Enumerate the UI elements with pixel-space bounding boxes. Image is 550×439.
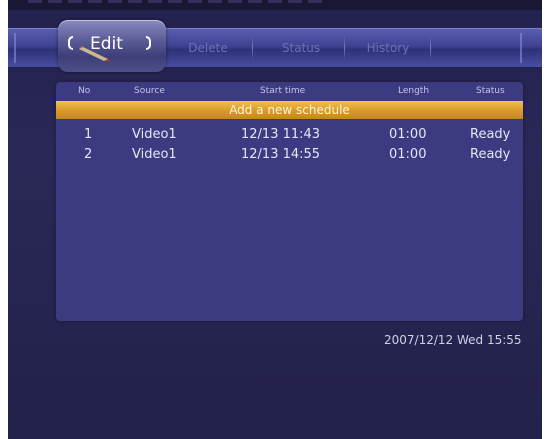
row-no: 2 bbox=[84, 147, 93, 162]
table-row[interactable]: 2 Video1 12/13 14:55 01:00 Ready bbox=[56, 145, 523, 165]
row-status: Ready bbox=[470, 147, 511, 162]
column-header-source: Source bbox=[134, 86, 165, 96]
row-source: Video1 bbox=[132, 127, 177, 142]
row-source: Video1 bbox=[132, 147, 177, 162]
column-header-no: No bbox=[78, 86, 91, 96]
tab-divider bbox=[344, 35, 345, 61]
tab-delete[interactable]: Delete bbox=[168, 29, 248, 67]
tab-bar-right-cap bbox=[520, 33, 522, 63]
tab-bracket-right bbox=[146, 36, 151, 50]
table-header: No Source Start time Length Status bbox=[56, 82, 523, 100]
top-decoration bbox=[28, 0, 328, 3]
recording-schedule-screen: Delete Status History Edit No Source Sta… bbox=[8, 0, 542, 439]
table-row[interactable]: 1 Video1 12/13 11:43 01:00 Ready bbox=[56, 125, 523, 145]
column-header-length: Length bbox=[398, 86, 430, 96]
tab-status[interactable]: Status bbox=[256, 29, 346, 67]
tab-divider bbox=[430, 35, 431, 61]
tab-divider bbox=[252, 35, 253, 61]
row-start-time: 12/13 11:43 bbox=[241, 127, 321, 142]
tab-edit-label: Edit bbox=[90, 34, 123, 54]
row-length: 01:00 bbox=[389, 147, 427, 162]
tab-bar-left-cap bbox=[14, 33, 16, 63]
column-header-start-time: Start time bbox=[260, 86, 306, 96]
tab-edit[interactable]: Edit bbox=[58, 20, 166, 72]
row-start-time: 12/13 14:55 bbox=[241, 147, 321, 162]
row-status: Ready bbox=[470, 127, 511, 142]
schedule-table: No Source Start time Length Status Add a… bbox=[56, 82, 523, 321]
tab-history[interactable]: History bbox=[348, 29, 428, 67]
column-header-status: Status bbox=[476, 86, 505, 96]
add-schedule-row[interactable]: Add a new schedule bbox=[56, 101, 523, 119]
clock-display: 2007/12/12 Wed 15:55 bbox=[384, 333, 522, 347]
tab-bracket-left bbox=[68, 36, 73, 50]
row-no: 1 bbox=[84, 127, 93, 142]
row-length: 01:00 bbox=[389, 127, 427, 142]
